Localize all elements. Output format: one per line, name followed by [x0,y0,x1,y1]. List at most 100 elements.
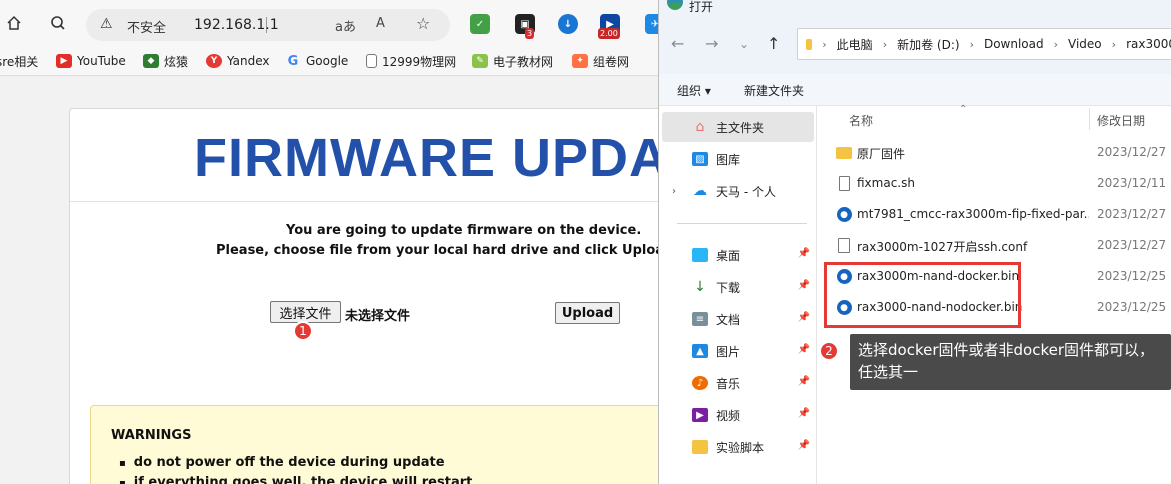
ape-icon: ◆ [143,54,159,68]
breadcrumb-item[interactable]: Video [1068,37,1102,51]
url-text[interactable]: 192.168.1.1 [194,17,279,33]
bookmark-item[interactable]: ✦ 组卷网 [572,53,629,69]
navigation-pane: ⌂ 主文件夹 ▨ 图库 › ☁ 天马 - 个人 桌面 📌 ↓ 下载 📌 ≡ 文档 📌 ▲ 图片 📌 … [659,106,817,484]
shield-extension-icon[interactable]: ✓ [470,14,490,34]
read-aloud-icon[interactable]: aあ [335,16,356,35]
page-content: FIRMWARE UPDAT You are going to update f… [0,77,718,484]
choose-file-button[interactable]: 选择文件 [270,301,341,323]
page-title: FIRMWARE UPDAT [194,128,699,188]
warnings-list: do not power off the device during updat… [119,453,473,484]
bookmark-item[interactable]: ✎ 电子教材网 [472,53,553,69]
nav-divider [677,223,807,224]
warnings-box: WARNINGS do not power off the device dur… [90,405,690,484]
folder-icon [836,145,852,160]
forward-arrow-icon[interactable]: → [705,34,718,53]
pin-icon[interactable]: 📌 [798,312,810,323]
extension-badge: 3 [525,28,535,39]
bookmark-item[interactable]: ▶ YouTube [56,53,126,69]
nav-item-scripts[interactable]: 实验脚本 📌 [662,432,814,462]
bookmark-label: Yandex [227,54,270,68]
video-icon: ▶ [692,408,708,422]
browser-toolbar: ⚠ 不安全 192.168.1.1 aあ A ☆ ✓ ▣ 3 ↓ ▶ 2.00 … [0,0,665,46]
sort-caret-icon: ⌃ [959,104,968,115]
bookmark-label: YouTube [77,54,126,68]
nav-label: 天马 - 个人 [716,184,776,199]
bookmark-label: 电子教材网 [493,54,554,69]
organize-button[interactable]: 组织 ▾ [677,82,711,99]
upload-button[interactable]: Upload [555,302,620,324]
nav-label: 视频 [716,408,741,423]
dialog-title: 打开 [689,0,714,14]
bookmark-label: sre相关 [0,54,39,69]
pin-icon[interactable]: 📌 [798,248,810,259]
bookmarks-bar: sre相关 ▶ YouTube ◆ 炫猿 Y Yandex G Google 12999… [0,46,660,76]
insecure-label: 不安全 [127,21,167,36]
file-row[interactable]: ● mt7981_cmcc-rax3000m-fip-fixed-par... … [819,199,1171,229]
chevron-right-icon: › [882,37,888,51]
download-extension-icon[interactable]: ↓ [558,14,578,34]
music-icon: ♪ [692,376,708,390]
file-row[interactable]: rax3000m-1027开启ssh.conf 2023/12/27 1 [819,230,1171,260]
column-header-date[interactable]: 修改日期 [1097,112,1145,129]
dialog-commandbar: 组织 ▾ 新建文件夹 [659,74,1171,106]
search-icon[interactable] [45,10,71,36]
google-icon: G [287,53,299,69]
chevron-down-icon[interactable]: ⌄ [739,37,749,51]
nav-item-gallery[interactable]: ▨ 图库 [662,144,814,174]
yandex-icon: Y [206,54,222,68]
file-date: 2023/12/27 1 [1097,145,1171,159]
pin-icon[interactable]: 📌 [798,440,810,451]
file-name: 原厂固件 [857,147,906,161]
bookmark-item[interactable]: sre相关 [0,53,38,69]
bookmark-item[interactable]: ◆ 炫猿 [143,53,188,69]
nav-item-videos[interactable]: ▶ 视频 📌 [662,400,814,430]
pin-icon[interactable]: 📌 [798,344,810,355]
bookmark-label: Google [306,54,349,68]
card-divider [70,201,688,202]
nav-item-documents[interactable]: ≡ 文档 📌 [662,304,814,334]
breadcrumb-item[interactable]: 新加卷 (D:) [897,36,959,53]
file-date: 2023/12/27 1 [1097,238,1171,252]
pin-icon[interactable]: 📌 [798,280,810,291]
file-row[interactable]: fixmac.sh 2023/12/11 2 [819,168,1171,198]
file-date: 2023/12/27 1 [1097,207,1171,221]
file-open-dialog: 打开 ← → ⌄ ↑ › 此电脑 › 新加卷 (D:) › Download ›… [658,0,1171,484]
nav-item-downloads[interactable]: ↓ 下载 📌 [662,272,814,302]
document-icon [836,238,852,253]
nav-label: 主文件夹 [716,120,765,135]
pin-icon[interactable]: 📌 [798,408,810,419]
up-arrow-icon[interactable]: ↑ [767,34,780,53]
nav-label: 图库 [716,152,741,167]
nav-item-desktop[interactable]: 桌面 📌 [662,240,814,270]
file-row[interactable]: 原厂固件 2023/12/27 1 [819,137,1171,167]
chevron-right-icon: › [969,37,974,51]
intro-text-1: You are going to update firmware on the … [286,223,642,238]
breadcrumb[interactable]: › 此电脑 › 新加卷 (D:) › Download › Video › ra… [797,28,1171,60]
column-header-name[interactable]: 名称 [849,112,873,129]
bookmark-item[interactable]: 12999物理网 [366,53,456,69]
font-size-icon[interactable]: A [376,16,385,31]
no-file-label: 未选择文件 [345,309,411,324]
back-arrow-icon[interactable]: ← [671,34,684,53]
folder-icon [692,440,708,454]
breadcrumb-item[interactable]: rax3000 [1126,37,1171,51]
favorite-star-icon[interactable]: ☆ [416,14,430,33]
warning-item: if everything goes well, the device will… [119,473,473,484]
breadcrumb-item[interactable]: Download [984,37,1044,51]
bookmark-item[interactable]: Y Yandex [206,53,270,69]
page-icon [366,54,377,68]
address-bar[interactable]: ⚠ 不安全 192.168.1.1 aあ A ☆ [86,9,450,41]
home-icon[interactable] [1,10,27,36]
file-name: mt7981_cmcc-rax3000m-fip-fixed-par... [857,207,1089,221]
nav-label: 图片 [716,344,741,359]
annotation-tooltip: 选择docker固件或者非docker固件都可以，任选其一 [850,334,1171,390]
file-date: 2023/12/11 2 [1097,176,1171,190]
breadcrumb-item[interactable]: 此电脑 [837,36,873,53]
nav-item-home[interactable]: ⌂ 主文件夹 [662,112,814,142]
nav-item-onedrive[interactable]: ☁ 天马 - 个人 [662,176,814,206]
new-folder-button[interactable]: 新建文件夹 [744,82,804,99]
pin-icon[interactable]: 📌 [798,376,810,387]
bookmark-item[interactable]: G Google [285,53,349,69]
nav-item-pictures[interactable]: ▲ 图片 📌 [662,336,814,366]
nav-item-music[interactable]: ♪ 音乐 📌 [662,368,814,398]
